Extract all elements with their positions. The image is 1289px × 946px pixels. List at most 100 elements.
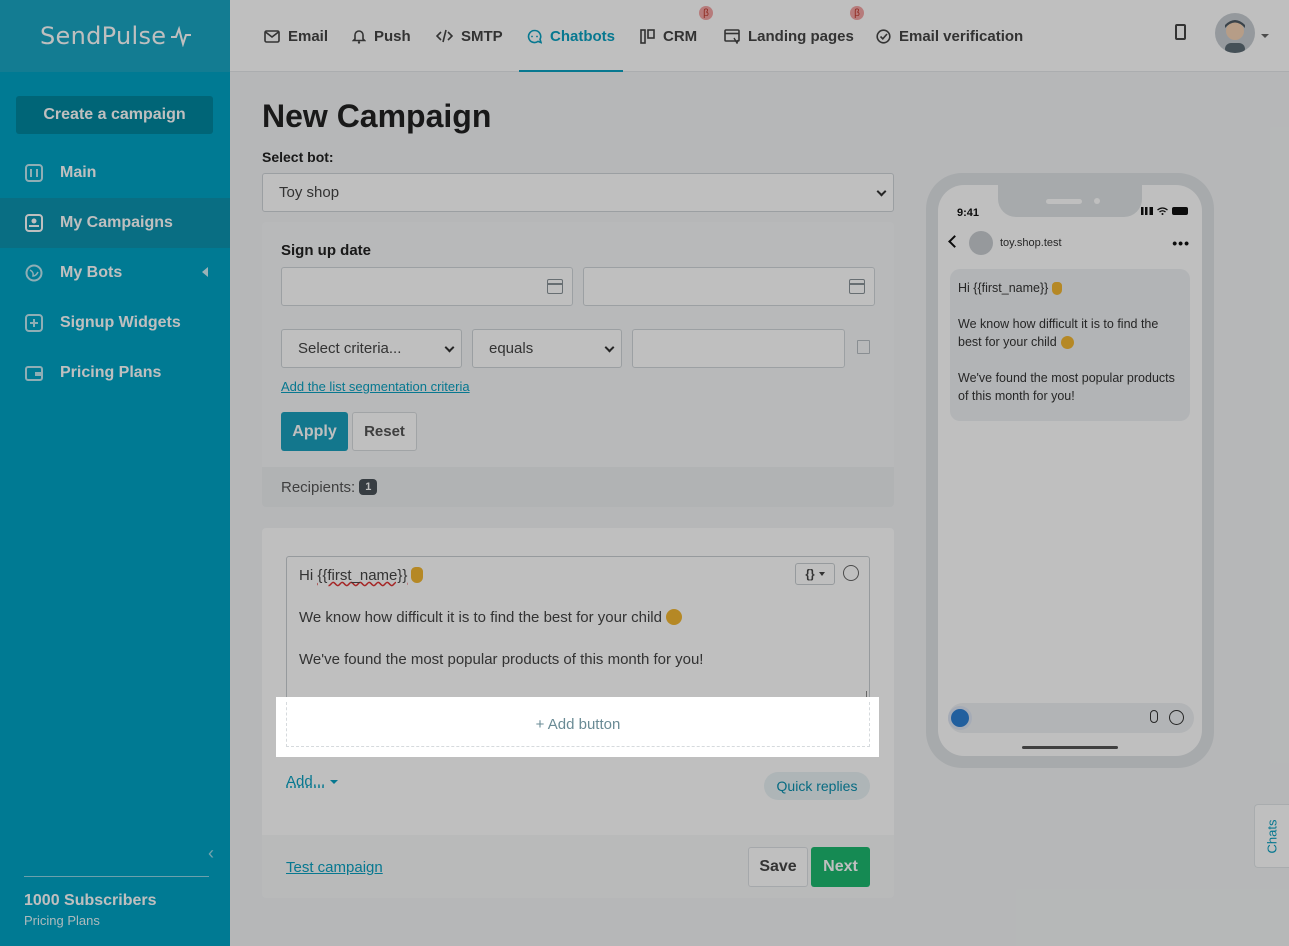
reset-button[interactable]: Reset (352, 412, 417, 451)
landing-icon (724, 28, 740, 44)
save-button[interactable]: Save (748, 847, 808, 887)
tab-crm[interactable]: CRM (640, 0, 697, 72)
campaign-footer: Test campaign Save Next (262, 835, 894, 898)
tab-chatbots[interactable]: Chatbots (519, 0, 623, 72)
bubble-line-3: We've found the most popular products of… (958, 371, 1175, 403)
chevron-down-icon[interactable] (1261, 34, 1269, 38)
calendar-icon[interactable] (849, 279, 865, 294)
pulse-icon (171, 25, 192, 47)
signal-icon (1141, 207, 1153, 215)
camera-icon (948, 706, 972, 730)
envelope-icon (264, 29, 280, 43)
recipients-count-badge: 1 (359, 479, 378, 495)
criteria-value-input[interactable] (632, 329, 845, 368)
check-circle-icon (876, 28, 891, 44)
sidebar-item-label: My Campaigns (60, 214, 173, 231)
sidebar-item-main[interactable]: Main (0, 148, 230, 198)
bubble-line-1: Hi {{first_name}} (958, 279, 1184, 297)
calendar-icon[interactable] (547, 279, 563, 294)
battery-icon (1172, 207, 1188, 215)
pricing-plans-link[interactable]: Pricing Plans (24, 913, 100, 928)
bell-icon (352, 30, 366, 44)
submenu-caret-icon[interactable] (202, 267, 208, 277)
sidebar-item-signup-widgets[interactable]: Signup Widgets (0, 298, 230, 348)
logo-text: SendPulse (40, 22, 167, 50)
date-from-input[interactable] (281, 267, 573, 306)
phone-screen: 9:41 toy.shop.test ••• Hi {{first_name}}… (938, 185, 1202, 756)
sidebar-item-label: Main (60, 164, 97, 181)
add-button-highlight: + Add button (276, 697, 879, 757)
chevron-down-icon (444, 342, 455, 352)
home-indicator (1022, 746, 1118, 749)
variable-icon: {} (805, 567, 815, 581)
tab-landing-pages[interactable]: Landing pages (724, 0, 854, 72)
recipients-label: Recipients: (281, 478, 356, 496)
chevron-down-icon (604, 342, 615, 352)
sidebar-item-label: Signup Widgets (60, 314, 181, 331)
sidebar: SendPulse Create a campaign Main My Camp… (0, 0, 230, 946)
waving-hand-icon (411, 567, 424, 583)
test-campaign-link[interactable]: Test campaign (286, 859, 383, 876)
mobile-icon[interactable] (1175, 24, 1186, 40)
smiling-face-icon (665, 609, 682, 625)
message-line-2: We know how difficult it is to find the … (299, 609, 682, 626)
tab-push[interactable]: Push (352, 0, 411, 72)
variable-token: {{first_name}} (317, 567, 408, 584)
message-text: We know how difficult it is to find the … (299, 609, 662, 626)
sidebar-nav: Main My Campaigns My Bots Signup Widgets… (0, 148, 230, 398)
sidebar-item-pricing-plans[interactable]: Pricing Plans (0, 348, 230, 398)
divider (24, 876, 209, 877)
message-editor[interactable]: Hi {{first_name}} We know how difficult … (286, 556, 870, 702)
tab-email[interactable]: Email (264, 0, 328, 72)
chats-tab-label: Chats (1264, 819, 1280, 853)
chat-input-bar (948, 703, 1194, 733)
collapse-sidebar-icon[interactable]: ‹ (208, 843, 214, 864)
logo[interactable]: SendPulse (40, 22, 192, 50)
add-criteria-link[interactable]: Add the list segmentation criteria (281, 379, 470, 394)
quick-replies-button[interactable]: Quick replies (764, 772, 870, 800)
tab-label: Email (288, 27, 329, 45)
more-icon: ••• (1172, 235, 1190, 251)
message-line-1: Hi {{first_name}} (299, 567, 424, 584)
chat-header: toy.shop.test ••• (938, 227, 1202, 259)
caret-down-icon (330, 779, 339, 784)
status-time: 9:41 (957, 207, 980, 219)
create-campaign-button[interactable]: Create a campaign (16, 96, 213, 134)
chevron-down-icon (876, 186, 887, 196)
message-bubble: Hi {{first_name}} We know how difficult … (950, 269, 1190, 421)
sidebar-item-my-campaigns[interactable]: My Campaigns (0, 198, 230, 248)
bubble-line-2: We know how difficult it is to find the … (958, 315, 1184, 351)
add-menu-dropdown[interactable]: Add... (286, 773, 339, 790)
campaigns-icon (25, 214, 43, 232)
chats-tab[interactable]: Chats (1254, 804, 1289, 868)
operator-select[interactable]: equals (472, 329, 622, 368)
globe-icon (25, 264, 43, 282)
waving-hand-icon (1052, 282, 1063, 295)
tab-smtp[interactable]: SMTP (436, 0, 503, 72)
emoji-picker-icon[interactable] (843, 565, 859, 581)
tab-label: CRM (663, 27, 698, 45)
bot-avatar (969, 231, 993, 255)
signup-date-title: Sign up date (281, 242, 371, 259)
avatar[interactable] (1215, 13, 1255, 53)
insert-variable-button[interactable]: {} (795, 563, 835, 585)
beta-badge: β (699, 6, 713, 20)
sidebar-item-my-bots[interactable]: My Bots (0, 248, 230, 298)
operator-select-value: equals (489, 340, 534, 357)
next-button[interactable]: Next (811, 847, 870, 887)
emoji-icon (1169, 710, 1184, 725)
tab-email-verification[interactable]: Email verification (876, 0, 1023, 72)
criteria-select-value: Select criteria... (298, 340, 402, 357)
status-icons (1141, 207, 1188, 215)
subscriber-count: 1000 Subscribers (24, 892, 157, 909)
beta-badge: β (850, 6, 864, 20)
bot-select[interactable]: Toy shop (262, 173, 894, 212)
add-button[interactable]: + Add button (286, 702, 870, 747)
apply-button[interactable]: Apply (281, 412, 348, 451)
tab-label: Chatbots (550, 27, 615, 45)
wallet-icon (25, 364, 43, 382)
criteria-select[interactable]: Select criteria... (281, 329, 462, 368)
date-to-input[interactable] (583, 267, 875, 306)
bubble-text: We know how difficult it is to find the … (958, 317, 1159, 349)
trash-icon[interactable] (857, 340, 870, 354)
